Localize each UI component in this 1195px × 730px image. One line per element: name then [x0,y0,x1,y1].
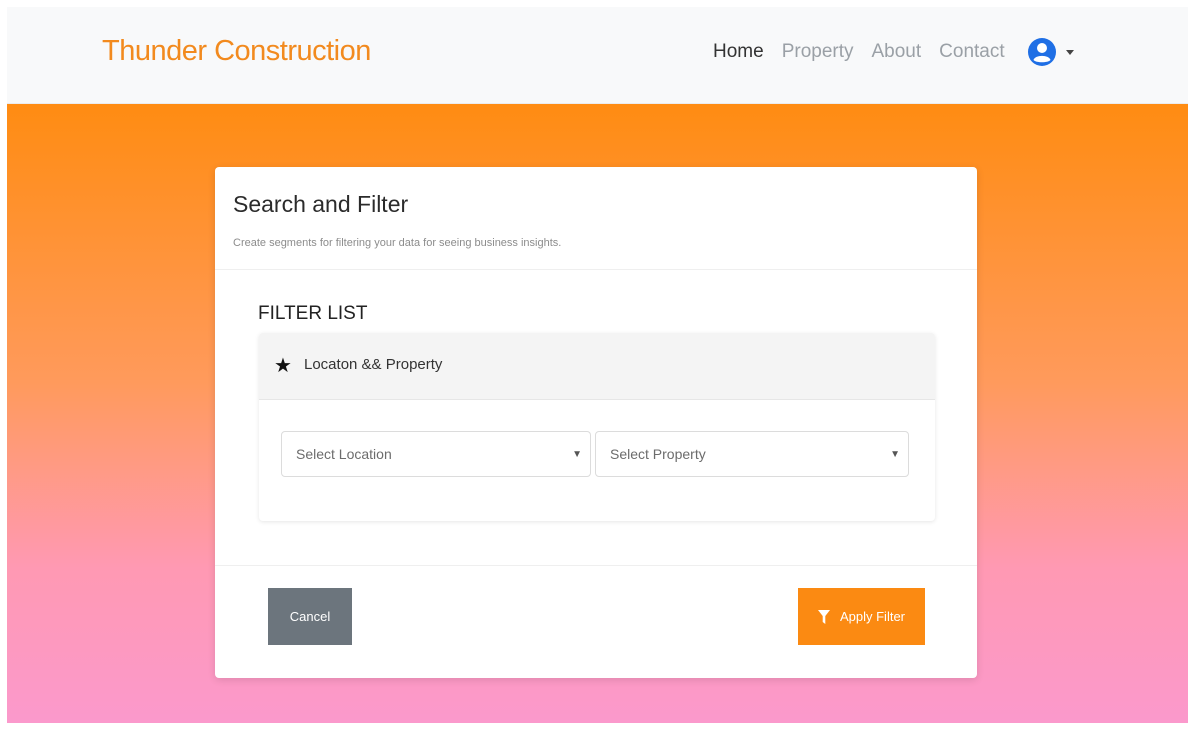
location-select[interactable]: Select Location ▼ [281,431,591,477]
card-header: Search and Filter Create segments for fi… [215,167,977,270]
card-subtitle: Create segments for filtering your data … [233,237,562,249]
filter-list-heading: FILTER LIST [258,303,368,324]
property-select[interactable]: Select Property ▼ [595,431,909,477]
star-icon: ★ [274,355,292,377]
chevron-down-icon: ▼ [890,449,900,460]
nav-link-property[interactable]: Property [782,41,854,63]
filter-panel: ★ Locaton && Property Select Location ▼ … [259,333,935,521]
app-frame: Thunder Construction Home Property About… [7,7,1188,723]
search-filter-card: Search and Filter Create segments for fi… [215,167,977,678]
brand-logo[interactable]: Thunder Construction [102,35,371,68]
chevron-down-icon [1065,49,1074,55]
filter-icon [817,609,830,624]
location-select-text: Select Location [296,446,392,462]
navbar: Thunder Construction Home Property About… [7,7,1188,104]
apply-filter-button[interactable]: Apply Filter [798,588,925,645]
card-title: Search and Filter [233,191,409,217]
filter-panel-title: Locaton && Property [304,356,443,373]
card-footer: Cancel Apply Filter [215,565,977,678]
cancel-button[interactable]: Cancel [268,588,352,645]
apply-filter-label: Apply Filter [839,609,906,624]
user-circle-icon [1027,38,1056,66]
nav-links: Home Property About Contact [713,37,1074,67]
user-menu-toggle[interactable] [1027,37,1074,67]
nav-link-contact[interactable]: Contact [939,41,1004,63]
nav-link-about[interactable]: About [872,41,922,63]
property-select-text: Select Property [610,446,706,462]
filter-panel-header[interactable]: ★ Locaton && Property [259,333,935,400]
nav-link-home[interactable]: Home [713,41,764,63]
chevron-down-icon: ▼ [572,449,582,460]
